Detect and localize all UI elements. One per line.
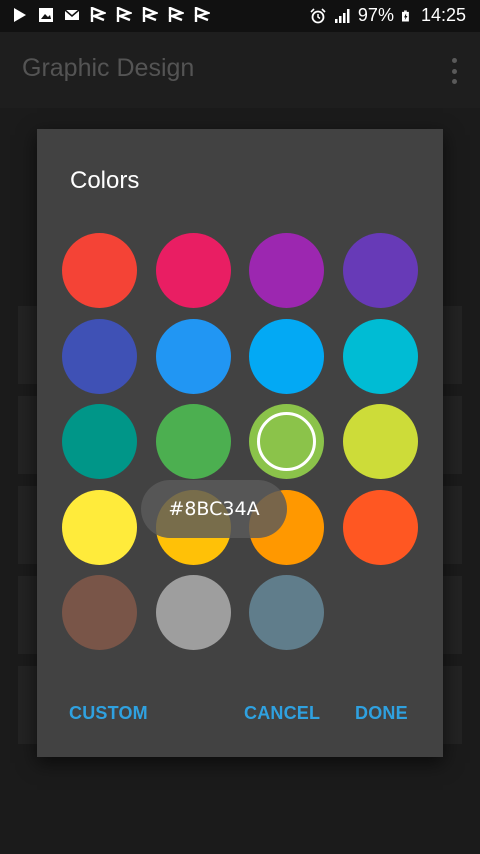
color-swatch[interactable]	[62, 404, 137, 479]
battery-percentage: 97%	[357, 5, 394, 25]
cancel-button[interactable]: CANCEL	[244, 703, 320, 724]
color-swatch[interactable]	[249, 575, 324, 650]
flag-icon	[168, 7, 184, 22]
color-swatch[interactable]	[155, 575, 231, 650]
flag-icon	[142, 7, 158, 22]
signal-icon	[334, 8, 350, 23]
notification-icons	[12, 7, 210, 23]
flag-icon	[90, 7, 106, 22]
color-swatch[interactable]	[342, 489, 418, 565]
play-icon	[14, 8, 26, 22]
mail-icon	[64, 9, 80, 20]
color-swatch[interactable]	[342, 404, 418, 479]
flag-icon	[194, 7, 210, 22]
color-swatch[interactable]	[155, 233, 231, 308]
color-hex-tooltip: #8BC34A	[141, 480, 287, 538]
alarm-icon	[310, 7, 326, 23]
image-icon	[39, 8, 53, 22]
status-bar: 97% 14:25	[0, 0, 480, 32]
more-vert-icon[interactable]	[448, 58, 460, 84]
custom-button[interactable]: CUSTOM	[69, 703, 148, 724]
system-status: 97% 14:25	[310, 5, 466, 26]
color-swatch[interactable]	[62, 575, 137, 650]
color-swatch[interactable]	[249, 318, 324, 394]
color-picker-dialog: Colors #8BC34A CUSTOM CANCEL DONE	[37, 129, 443, 757]
color-swatch[interactable]	[155, 318, 231, 394]
color-swatch[interactable]	[62, 233, 137, 308]
battery-icon	[401, 10, 409, 21]
color-swatch[interactable]	[155, 404, 231, 479]
color-swatch[interactable]	[342, 233, 418, 308]
app-title: Graphic Design	[22, 54, 195, 82]
color-swatch[interactable]	[342, 318, 418, 394]
color-swatch[interactable]	[249, 404, 324, 479]
color-swatch[interactable]	[249, 233, 324, 308]
done-button[interactable]: DONE	[355, 703, 408, 724]
color-swatch[interactable]	[62, 489, 137, 565]
clock: 14:25	[420, 5, 466, 25]
dialog-title: Colors	[70, 167, 140, 194]
app-bar: Graphic Design	[0, 32, 480, 108]
color-swatch[interactable]	[62, 318, 137, 394]
flag-icon	[116, 7, 132, 22]
